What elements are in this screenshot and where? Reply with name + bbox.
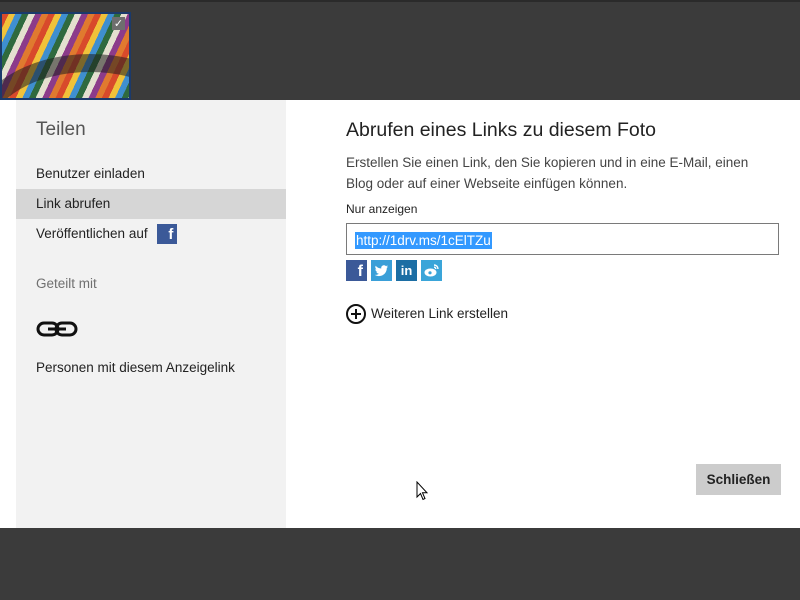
- sidebar-item-publish[interactable]: Veröffentlichen auf f: [16, 219, 286, 249]
- facebook-icon[interactable]: f: [346, 260, 367, 281]
- sidebar-item-invite-users[interactable]: Benutzer einladen: [16, 159, 286, 189]
- mouse-cursor-icon: [416, 481, 428, 501]
- shared-with-heading: Geteilt mit: [36, 276, 97, 291]
- checkmark-icon: ✓: [112, 17, 125, 30]
- sidebar-item-label: Veröffentlichen auf: [36, 226, 148, 241]
- close-button[interactable]: Schließen: [696, 464, 781, 495]
- create-another-link-label: Weiteren Link erstellen: [371, 306, 509, 321]
- permission-label: Nur anzeigen: [346, 202, 418, 216]
- linkedin-icon[interactable]: in: [396, 260, 417, 281]
- people-with-link-item[interactable]: Personen mit diesem Anzeigelink: [36, 360, 235, 375]
- link-url-value[interactable]: http://1drv.ms/1cElTZu: [355, 232, 492, 249]
- sidebar-item-label: Link abrufen: [36, 196, 111, 211]
- page-title: Abrufen eines Links zu diesem Foto: [346, 119, 657, 141]
- share-sidebar: Teilen Benutzer einladen Link abrufen Ve…: [16, 100, 286, 528]
- sidebar-title: Teilen: [36, 119, 86, 140]
- sidebar-item-label: Benutzer einladen: [36, 166, 145, 181]
- description-text: Erstellen Sie einen Link, den Sie kopier…: [346, 155, 749, 191]
- sidebar-item-get-link[interactable]: Link abrufen: [16, 189, 286, 219]
- share-dialog: Teilen Benutzer einladen Link abrufen Ve…: [0, 100, 800, 528]
- plus-circle-icon: [346, 304, 366, 324]
- dialog-margin: [0, 100, 16, 528]
- link-url-field[interactable]: http://1drv.ms/1cElTZu: [346, 223, 779, 255]
- photo-thumbnail[interactable]: ✓: [0, 12, 131, 100]
- twitter-icon[interactable]: [371, 260, 392, 281]
- chain-link-icon: [36, 321, 78, 337]
- weibo-icon[interactable]: [421, 260, 442, 281]
- facebook-icon: f: [157, 224, 178, 245]
- top-border: [0, 0, 800, 2]
